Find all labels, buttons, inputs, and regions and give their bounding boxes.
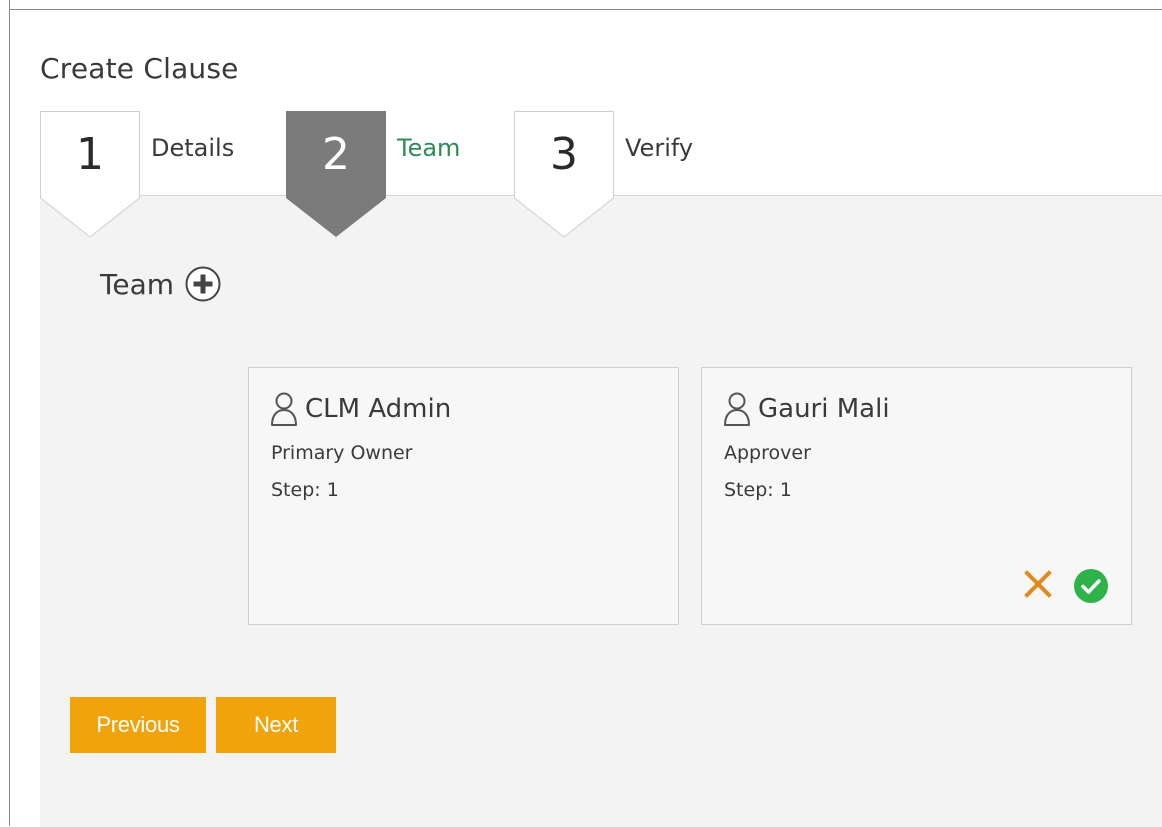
member-name: CLM Admin [305,394,452,424]
plus-circle-icon[interactable] [184,265,222,303]
team-member-card: Gauri Mali Approver Step: 1 [701,367,1132,625]
team-heading: Team [100,267,175,301]
user-icon [271,392,297,426]
step-details[interactable]: 1 Details [40,111,234,238]
member-step: Step: 1 [271,479,339,501]
previous-button[interactable]: Previous [70,697,206,753]
step-label: Team [397,134,461,162]
step-label: Verify [625,134,694,162]
user-icon [724,392,750,426]
step-verify[interactable]: 3 Verify [514,111,693,238]
member-name-row: CLM Admin [269,390,451,428]
next-button[interactable]: Next [216,697,336,753]
step-number: 3 [550,129,578,180]
approve-icon[interactable] [1073,568,1109,604]
window-border-top [9,9,1162,10]
member-step: Step: 1 [724,479,792,501]
step-number: 1 [76,129,104,180]
window-border-left [9,0,10,826]
member-name-row: Gauri Mali [722,390,890,428]
step-number: 2 [322,129,350,180]
reject-icon[interactable] [1022,568,1054,600]
member-role: Approver [724,442,811,464]
page-title: Create Clause [40,52,239,85]
team-member-card: CLM Admin Primary Owner Step: 1 [248,367,679,625]
step-team[interactable]: 2 Team [286,111,460,238]
team-header: Team [100,265,222,303]
step-label: Details [151,134,235,162]
member-name: Gauri Mali [758,394,890,424]
member-role: Primary Owner [271,442,413,464]
